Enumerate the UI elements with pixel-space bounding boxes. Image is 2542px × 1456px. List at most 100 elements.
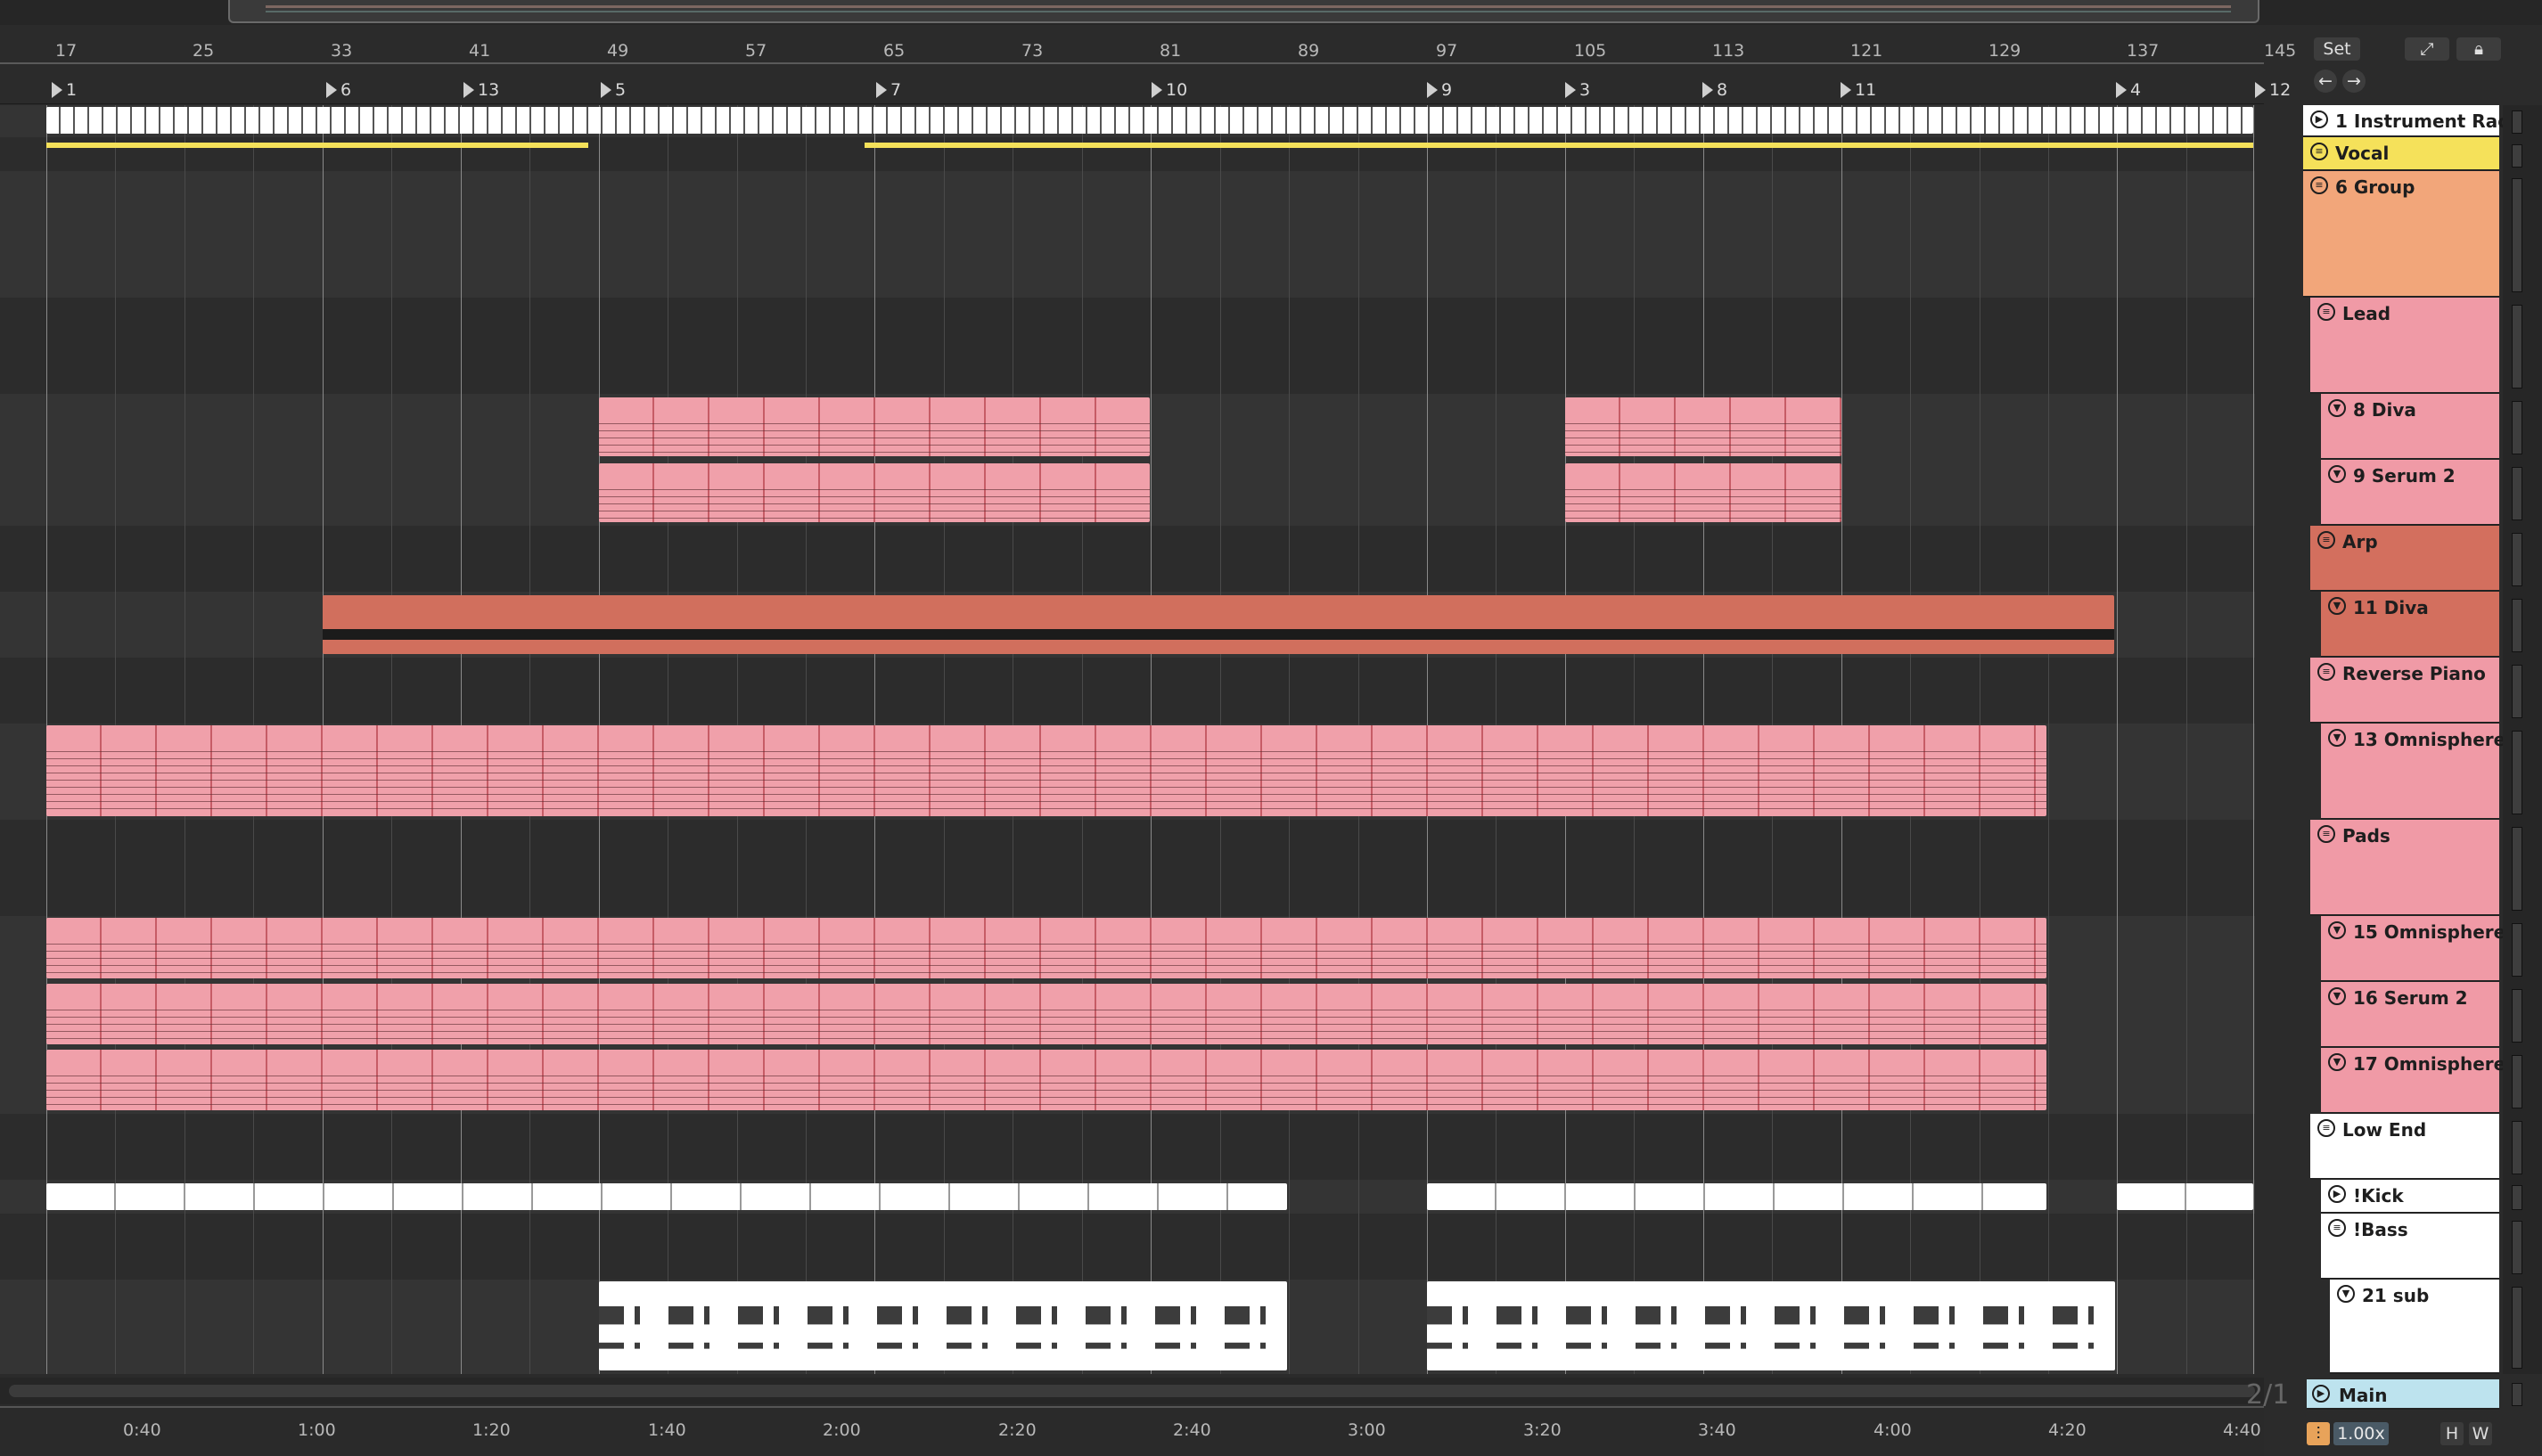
track-header[interactable]: ≡ Reverse Piano: [2310, 658, 2499, 724]
locator-marker[interactable]: 3: [1565, 80, 1590, 100]
track-header[interactable]: ▼ 17 Omnisphere: [2321, 1048, 2505, 1114]
time-ruler[interactable]: 0:40 1:00 1:20 1:40 2:00 2:20 2:40 3:00 …: [0, 1406, 2264, 1456]
track-lane[interactable]: [0, 1214, 2255, 1281]
track-lane[interactable]: [0, 298, 2255, 396]
track-header[interactable]: ▼ 11 Diva: [2321, 592, 2499, 658]
kick-clip[interactable]: [2117, 1183, 2253, 1210]
time-label: 1:20: [472, 1420, 511, 1440]
track-header[interactable]: ≡ Pads: [2310, 820, 2499, 916]
arrangement-track-area[interactable]: [0, 105, 2255, 1374]
track-header[interactable]: ▼ 15 Omnisphere: [2321, 916, 2505, 982]
group-icon[interactable]: ≡: [2310, 176, 2328, 194]
locator-marker[interactable]: 13: [463, 80, 499, 100]
track-header[interactable]: ≡ !Bass: [2321, 1214, 2499, 1280]
midi-clip[interactable]: [1565, 397, 1841, 456]
kick-clip[interactable]: [1427, 1183, 2046, 1210]
track-header[interactable]: ▼ 9 Serum 2: [2321, 460, 2499, 526]
chevron-down-icon[interactable]: ▼: [2328, 597, 2346, 615]
midi-clip[interactable]: [1565, 463, 1841, 522]
chevron-down-icon[interactable]: ▼: [2328, 729, 2346, 747]
beat-time-ruler[interactable]: 17 25 33 41 49 57 65 73 81 89 97 105 113…: [0, 41, 2264, 64]
sub-bass-clip[interactable]: [599, 1281, 1287, 1370]
track-header[interactable]: ▼ 13 Omnisphere: [2321, 724, 2505, 820]
track-header[interactable]: ≡ 6 Group: [2303, 171, 2499, 298]
midi-clip[interactable]: [46, 918, 2046, 978]
lock-icon[interactable]: 🔒︎: [2456, 37, 2501, 61]
locator-marker[interactable]: 12: [2255, 80, 2291, 100]
set-button[interactable]: Set: [2314, 37, 2360, 61]
locator-scene-row[interactable]: 1 6 13 5 7 10 9 3 8 11 4 12: [0, 78, 2291, 104]
overview-visible-range[interactable]: [228, 0, 2259, 23]
group-icon[interactable]: ≡: [2317, 303, 2335, 321]
play-icon[interactable]: ▶: [2310, 110, 2328, 128]
locator-marker[interactable]: 6: [326, 80, 351, 100]
locator-marker[interactable]: 10: [1152, 80, 1187, 100]
midi-clip-arp[interactable]: [323, 595, 2114, 654]
w-button[interactable]: W: [2469, 1422, 2492, 1445]
group-icon[interactable]: ≡: [2328, 1219, 2346, 1237]
play-icon[interactable]: ▶: [2312, 1385, 2330, 1403]
chevron-down-icon[interactable]: ▼: [2328, 1053, 2346, 1071]
track-header[interactable]: ≡ Lead: [2310, 298, 2499, 394]
midi-clip[interactable]: [599, 463, 1150, 522]
scrollbar-thumb[interactable]: [9, 1385, 2255, 1397]
group-icon[interactable]: ≡: [2317, 663, 2335, 681]
sub-bass-clip[interactable]: [1427, 1281, 2115, 1370]
arrow-right-icon[interactable]: →: [2342, 70, 2366, 93]
locator-marker[interactable]: 11: [1841, 80, 1876, 100]
waveform-icon[interactable]: ⫶: [2307, 1422, 2330, 1445]
horizontal-scrollbar[interactable]: [0, 1378, 2264, 1404]
midi-clip[interactable]: [46, 725, 2046, 816]
time-label: 4:00: [1874, 1420, 1912, 1440]
group-icon[interactable]: ≡: [2317, 825, 2335, 843]
chevron-down-icon[interactable]: ▼: [2328, 465, 2346, 483]
instrument-rack-clip[interactable]: [46, 107, 2253, 134]
group-icon[interactable]: ≡: [2317, 531, 2335, 549]
group-icon[interactable]: ≡: [2310, 143, 2328, 160]
chevron-down-icon[interactable]: ▼: [2328, 399, 2346, 417]
expand-icon[interactable]: ⤢: [2405, 37, 2449, 61]
tempo-multiplier[interactable]: 1.00x: [2333, 1422, 2389, 1445]
locator-marker[interactable]: 5: [601, 80, 626, 100]
locator-marker[interactable]: 8: [1702, 80, 1727, 100]
track-name: 15 Omnisphere: [2353, 921, 2506, 943]
locator-marker[interactable]: 9: [1427, 80, 1452, 100]
group-icon[interactable]: ≡: [2317, 1119, 2335, 1137]
track-lane[interactable]: [0, 526, 2255, 593]
main-track-header[interactable]: ▶ Main: [2307, 1379, 2499, 1410]
vocal-automation-line[interactable]: [865, 143, 2253, 148]
flag-icon: [326, 82, 337, 98]
track-header[interactable]: ▶ !Kick: [2321, 1180, 2499, 1214]
chevron-down-icon[interactable]: ▼: [2328, 921, 2346, 939]
chevron-down-icon[interactable]: ▼: [2337, 1285, 2355, 1303]
track-lane[interactable]: [0, 658, 2255, 725]
locator-marker[interactable]: 1: [52, 80, 77, 100]
track-header[interactable]: ▼ 16 Serum 2: [2321, 982, 2499, 1048]
track-header[interactable]: ▼ 21 sub: [2330, 1280, 2499, 1374]
vocal-automation-line[interactable]: [46, 143, 588, 148]
arrangement-overview[interactable]: [0, 0, 2542, 25]
chevron-down-icon[interactable]: ▼: [2328, 987, 2346, 1005]
track-lane[interactable]: [0, 171, 2255, 299]
track-header[interactable]: ≡ Arp: [2310, 526, 2499, 592]
locator-marker[interactable]: 4: [2116, 80, 2141, 100]
midi-clip[interactable]: [46, 1050, 2046, 1110]
track-header[interactable]: ≡ Vocal: [2303, 137, 2499, 171]
track-header[interactable]: ▼ 8 Diva: [2321, 394, 2499, 460]
track-header[interactable]: ▶ 1 Instrument Rac: [2303, 105, 2508, 137]
arrow-left-icon[interactable]: ←: [2314, 70, 2337, 93]
track-header[interactable]: ≡ Low End: [2310, 1114, 2499, 1180]
arrangement-view: 17 25 33 41 49 57 65 73 81 89 97 105 113…: [0, 0, 2542, 1456]
track-lane[interactable]: [0, 820, 2255, 918]
level-meter: [2512, 305, 2522, 389]
kick-clip[interactable]: [46, 1183, 1287, 1210]
play-icon[interactable]: ▶: [2328, 1185, 2346, 1203]
midi-clip[interactable]: [46, 984, 2046, 1044]
track-lane[interactable]: [0, 1114, 2255, 1182]
locator-marker[interactable]: 7: [876, 80, 901, 100]
h-button[interactable]: H: [2440, 1422, 2464, 1445]
midi-clip[interactable]: [599, 397, 1150, 456]
flag-icon: [52, 82, 62, 98]
level-meter: [2512, 827, 2522, 911]
level-meter: [2512, 1383, 2522, 1406]
